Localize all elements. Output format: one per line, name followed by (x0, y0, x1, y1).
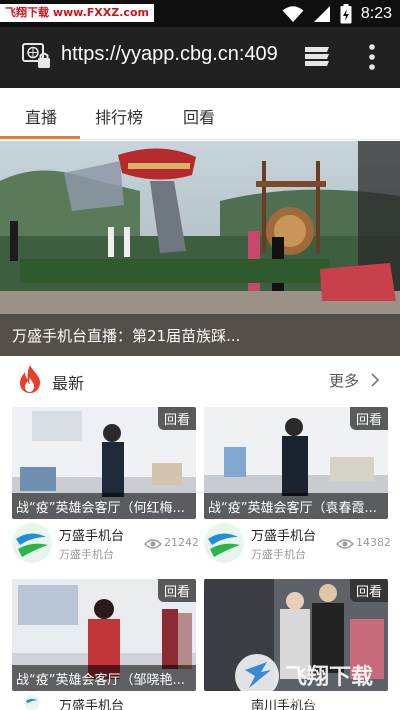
chevron-right-icon[interactable] (370, 372, 380, 388)
replay-badge: 回看 (349, 407, 388, 430)
live-hero-banner[interactable]: 万盛手机台直播：第21届苗族踩... (0, 141, 400, 356)
eye-icon (144, 539, 162, 549)
wifi-icon (282, 6, 304, 22)
video-thumbnail: 回看 战“疫”英雄会客厅（袁春霞... (204, 407, 388, 519)
replay-badge: 回看 (157, 407, 196, 430)
watermark-top: 飞翔下载 www.FXXZ.com (0, 4, 154, 22)
hero-caption-bar: 万盛手机台直播：第21届苗族踩... (0, 314, 400, 356)
view-count: 21242 (164, 536, 199, 549)
replay-badge: 回看 (349, 579, 388, 602)
channel-subtitle: 万盛手机台 (251, 548, 306, 561)
latest-section-header: 最新 更多 (0, 358, 400, 400)
active-tab-indicator (0, 136, 80, 139)
channel-avatar[interactable] (12, 695, 52, 710)
video-thumbnail: 回看 战“疫”英雄会客厅（邹晓艳... (12, 579, 196, 691)
signal-icon (313, 6, 330, 22)
watermark-logo: 飞翔下载 WWW.FXXZ.COM (235, 654, 375, 707)
channel-name[interactable]: 万盛手机台 (251, 525, 316, 544)
site-info-icon[interactable] (22, 43, 52, 71)
fire-icon (20, 365, 41, 393)
more-link[interactable]: 更多 (329, 370, 359, 391)
tabs-icon[interactable] (302, 45, 332, 69)
tab-ranking[interactable]: 排行榜 (95, 104, 143, 128)
channel-name[interactable]: 万盛手机台 (59, 695, 124, 710)
watermark-url: WWW.FXXZ.COM (285, 695, 375, 707)
video-title: 战“疫”英雄会客厅（袁春霞... (204, 493, 388, 519)
view-count: 14382 (356, 536, 391, 549)
video-card[interactable]: 回看 战“疫”英雄会客厅（袁春霞... 万盛手机台 万盛手机台 14382 (204, 407, 391, 567)
section-title: 最新 (52, 374, 85, 393)
more-vert-icon[interactable] (364, 42, 380, 72)
watermark-brand: 飞翔下载 (285, 664, 373, 690)
channel-name[interactable]: 万盛手机台 (59, 525, 124, 544)
video-title: 战“疫”英雄会客厅（何红梅... (12, 493, 196, 519)
video-title: 战“疫”英雄会客厅（邹晓艳... (12, 665, 196, 691)
video-card[interactable]: 回看 战“疫”英雄会客厅（何红梅... 万盛手机台 万盛手机台 21242 (12, 407, 199, 567)
video-card[interactable]: 回看 战“疫”英雄会客厅（邹晓艳... 万盛手机台 (12, 579, 196, 710)
battery-icon (340, 4, 352, 24)
top-tabs: 直播 排行榜 回看 (0, 88, 400, 140)
url-field[interactable]: https://yyapp.cbg.cn:409 (61, 43, 291, 66)
channel-avatar[interactable] (12, 523, 52, 563)
replay-badge: 回看 (157, 579, 196, 602)
video-thumbnail: 回看 战“疫”英雄会客厅（何红梅... (12, 407, 196, 519)
clock: 8:23 (360, 5, 392, 22)
eye-icon (336, 539, 354, 549)
tab-replay[interactable]: 回看 (183, 104, 215, 128)
channel-subtitle: 万盛手机台 (59, 548, 114, 561)
channel-avatar[interactable] (204, 523, 244, 563)
browser-url-bar: https://yyapp.cbg.cn:409 (0, 27, 400, 88)
status-bar: 飞翔下载 www.FXXZ.com 8:23 (0, 0, 400, 27)
tab-live[interactable]: 直播 (25, 104, 57, 128)
hero-caption: 万盛手机台直播：第21届苗族踩... (12, 327, 241, 345)
